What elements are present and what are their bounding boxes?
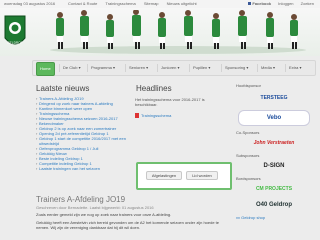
- nav-programma[interactable]: Programma ▾: [87, 64, 118, 72]
- current-date: woensdag 03 augustus 2016: [4, 1, 56, 6]
- shop-link[interactable]: vv Geldrop shop: [236, 215, 312, 220]
- nav-media[interactable]: Media ▾: [257, 64, 278, 72]
- headlines-panel: Het trainingsschema voor 2016-2017 is be…: [135, 97, 225, 118]
- sponsor-logo-o40[interactable]: O40 Geldrop: [239, 199, 309, 211]
- sponsor-logo-tersteeg[interactable]: TERSTEEG: [239, 90, 309, 106]
- nav-home[interactable]: Home: [36, 62, 55, 76]
- lid-worden-button[interactable]: Lid worden: [186, 171, 218, 180]
- download-row[interactable]: Trainingsschema: [135, 113, 225, 118]
- article-body: Gelukkig heeft een Amstelvin zich bereid…: [36, 220, 220, 230]
- top-link-contact[interactable]: Contact & Route: [68, 1, 97, 6]
- headline-text: Het trainingsschema voor 2016-2017 is be…: [135, 97, 205, 107]
- facebook-icon: [248, 2, 252, 6]
- download-link[interactable]: Trainingsschema: [141, 113, 171, 118]
- headlines-title: Headlines: [136, 84, 172, 93]
- nav-junioren[interactable]: Junioren ▾: [157, 64, 182, 72]
- news-item[interactable]: Laatste trainingen van het seizoen: [36, 166, 126, 171]
- nav-senioren[interactable]: Senioren ▾: [125, 64, 151, 72]
- sponsor-logo-cm[interactable]: CM PROJECTS: [239, 183, 309, 195]
- action-box: Afgelastingen Lid worden: [136, 162, 232, 190]
- sponsor-heading-sub: Subsponsors: [236, 153, 260, 158]
- login-link[interactable]: Inloggen: [278, 1, 293, 6]
- top-link-news[interactable]: Nieuws uitgelicht: [167, 1, 197, 6]
- news-item[interactable]: Geldrop 1 start de competitie 2016/2017 …: [36, 136, 126, 146]
- search-link[interactable]: Zoeken: [301, 1, 314, 6]
- nav-sponsoring[interactable]: Sponsoring ▾: [221, 64, 251, 72]
- club-logo[interactable]: GELDROP: [3, 10, 27, 54]
- pdf-icon: [135, 113, 139, 118]
- nav-pupillen[interactable]: Pupillen ▾: [189, 64, 213, 72]
- nav-de-club[interactable]: De Club ▾: [59, 64, 84, 72]
- latest-news-title: Laatste nieuws: [36, 84, 90, 93]
- sponsor-logo-vebo[interactable]: Vebo: [238, 110, 310, 126]
- sponsor-heading-board: Bordsponsors: [236, 176, 261, 181]
- sponsor-logo-jv[interactable]: John Verstraeten: [239, 137, 309, 149]
- nav-extra[interactable]: Extra ▾: [285, 64, 304, 72]
- top-right-links: Facebook Inloggen Zoeken: [242, 1, 314, 6]
- sponsor-heading-co: Co-Sponsors: [236, 130, 260, 135]
- logo-text: GELDROP: [7, 41, 23, 45]
- players-banner-image: [50, 10, 306, 54]
- facebook-link[interactable]: Facebook: [248, 1, 271, 6]
- sponsor-heading-main: Hoofdsponsor: [236, 83, 261, 88]
- latest-news-list: Trainers A-Afdeling JO19 Dringend op zoe…: [36, 96, 126, 171]
- top-link-training[interactable]: Trainingsschema: [105, 1, 135, 6]
- article-title[interactable]: Trainers A-Afdeling JO19: [36, 195, 125, 204]
- sponsor-column: Hoofdsponsor TERSTEEG Vebo Co-Sponsors J…: [236, 82, 312, 221]
- sponsor-logo-dsign[interactable]: D-SIGN: [239, 160, 309, 172]
- article-intro: Zoals eerder gemeld zijn we nog op zoek …: [36, 212, 172, 217]
- afgelastingen-button[interactable]: Afgelastingen: [146, 171, 182, 180]
- top-link-sitemap[interactable]: Sitemap: [144, 1, 159, 6]
- header-banner: GELDROP: [0, 8, 320, 56]
- top-links: Contact & Route Trainingsschema Sitemap …: [68, 1, 204, 6]
- article-meta: Geschreven door Bernadette. Laatst bijge…: [36, 205, 154, 210]
- main-navigation: Home De Club ▾ Programma ▾ Senioren ▾ Ju…: [32, 60, 316, 76]
